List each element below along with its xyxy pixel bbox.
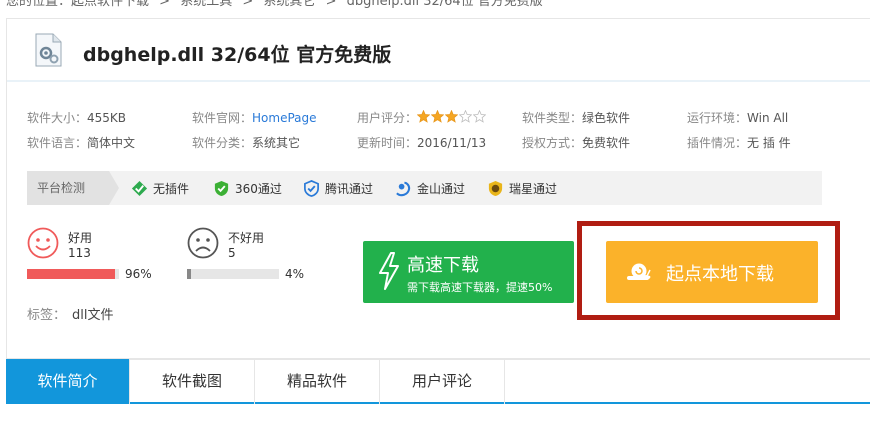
title-row: dbghelp.dll 32/64位 官方免费版 [7,19,870,82]
info-lang: 软件语言：简体中文 [27,136,136,150]
fast-download-label: 高速下载 [407,255,479,276]
bad-bar [187,269,279,279]
info-category: 软件分类：系统其它 [192,136,301,150]
breadcrumb-current: dbghelp.dll 32/64位 官方免费版 [346,0,543,9]
fast-download-button[interactable]: 高速下载 需下载高速下载器，提速50% [363,241,574,303]
tag-dll[interactable]: dll文件 [72,308,113,323]
tab-reviews[interactable]: 用户评论 [380,359,505,404]
platform-check-bar: 平台检测 无插件 360通过 腾讯通过 金山通过 瑞星通过 [27,171,822,205]
smile-icon[interactable] [27,227,59,259]
rising-lion-icon [488,180,503,197]
kingsoft-icon [396,181,411,197]
info-size: 软件大小：455KB [27,111,127,125]
breadcrumb: 您的位置：起点软件下载 > 系统工具 > 系统其它 > dbghelp.dll … [6,0,549,9]
bad-label: 不好用 [228,231,265,245]
check-rising: 瑞星通过 [487,180,557,197]
checkmark-icon [131,180,148,197]
breadcrumb-system-tools[interactable]: 系统工具 [180,0,232,9]
tab-featured[interactable]: 精品软件 [255,359,380,404]
breadcrumb-system-other[interactable]: 系统其它 [263,0,315,9]
info-license: 授权方式：免费软件 [522,136,631,150]
tags: 标签： dll文件 [27,308,114,323]
star-filled-icon [416,109,431,123]
info-site: 软件官网：HomePage [192,111,317,125]
tab-bar: 软件简介 软件截图 精品软件 用户评论 [6,358,870,404]
good-bar [27,269,119,279]
breadcrumb-home[interactable]: 您的位置：起点软件下载 [6,0,149,9]
bad-count: 5 [228,246,236,260]
platform-label: 平台检测 [27,171,119,205]
check-no-plugin: 无插件 [131,180,189,197]
star-filled-icon [430,109,445,123]
tencent-shield-icon [304,180,319,197]
breadcrumb-separator: > [325,0,337,9]
page-title: dbghelp.dll 32/64位 官方免费版 [83,44,392,66]
rating-stars [416,109,487,126]
good-count: 113 [68,246,91,260]
dll-file-icon [35,33,62,67]
fast-download-sub: 需下载高速下载器，提速50% [407,281,553,294]
star-empty-icon [458,109,473,123]
star-empty-icon [472,109,487,123]
star-filled-icon [444,109,459,123]
info-updated: 更新时间：2016/11/13 [357,136,487,150]
info-plugin: 插件情况：无 插 件 [687,136,791,150]
check-tencent: 腾讯通过 [303,180,373,197]
tab-intro[interactable]: 软件简介 [6,359,130,404]
info-rating: 用户评分： [357,109,487,126]
homepage-link[interactable]: HomePage [252,111,317,125]
tab-screenshots[interactable]: 软件截图 [130,359,255,404]
info-env: 运行环境：Win All [687,111,789,125]
check-kingsoft: 金山通过 [395,180,465,197]
info-type: 软件类型：绿色软件 [522,111,631,125]
good-label: 好用 [68,231,93,245]
check-360: 360通过 [213,180,282,197]
bad-percent: 4% [285,267,305,281]
breadcrumb-separator: > [159,0,171,9]
highlight-box [577,221,840,320]
good-percent: 96% [125,267,152,281]
lightning-icon [379,252,399,290]
breadcrumb-separator: > [242,0,254,9]
frown-icon[interactable] [187,227,219,259]
360-shield-icon [214,180,229,197]
